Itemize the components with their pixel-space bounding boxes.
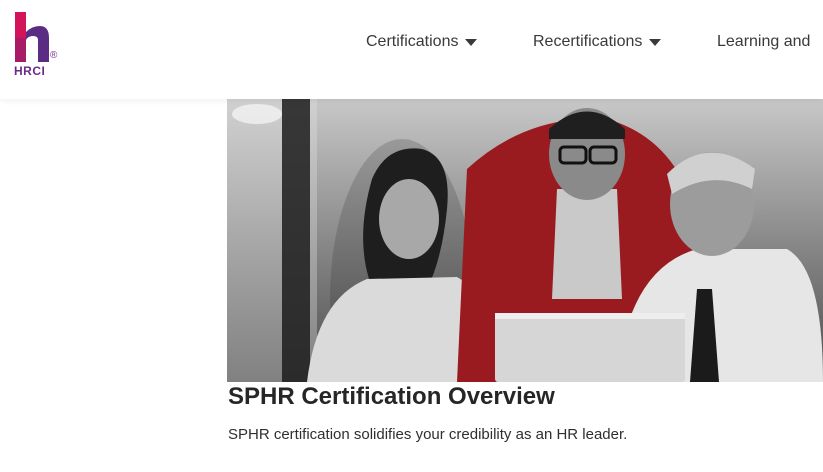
page-subtitle: SPHR certification solidifies your credi… — [228, 426, 628, 443]
hero-image — [227, 99, 823, 382]
logo-text: HRCI — [14, 64, 46, 78]
nav-recertifications-label: Recertifications — [533, 33, 643, 50]
nav-recertifications[interactable]: Recertifications — [533, 33, 662, 51]
site-header: ® HRCI Certifications Recertifications L… — [0, 0, 823, 99]
registered-mark: ® — [50, 50, 58, 61]
nav-certifications-label: Certifications — [366, 33, 459, 50]
page-title: SPHR Certification Overview — [228, 383, 555, 410]
nav-certifications[interactable]: Certifications — [366, 33, 478, 51]
nav-learning-label: Learning and — [717, 33, 811, 50]
caret-down-icon — [649, 38, 662, 46]
nav-learning[interactable]: Learning and — [717, 33, 810, 51]
caret-down-icon — [465, 38, 478, 46]
people-at-laptop-photo — [227, 99, 823, 382]
